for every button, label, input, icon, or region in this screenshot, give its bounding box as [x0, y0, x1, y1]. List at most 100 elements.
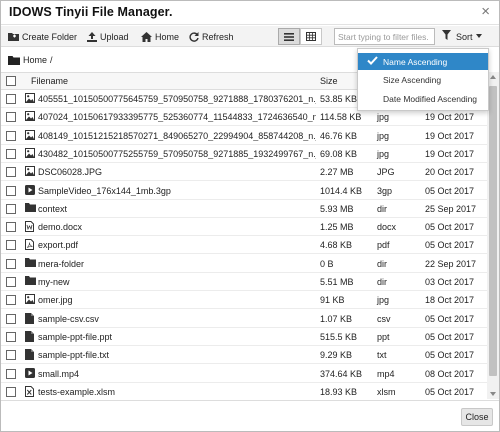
- table-row[interactable]: 430482_10150500775255759_570950758_92718…: [1, 145, 487, 163]
- row-checkbox[interactable]: [6, 258, 16, 269]
- row-checkbox[interactable]: [6, 240, 16, 251]
- file-size: 114.58 KB: [320, 112, 362, 123]
- row-checkbox[interactable]: [6, 94, 16, 104]
- row-checkbox[interactable]: [6, 295, 16, 306]
- file-type: pdf: [377, 240, 390, 251]
- table-row[interactable]: demo.docx 1.25 MB docx 05 Oct 2017: [1, 218, 487, 237]
- row-checkbox[interactable]: [6, 203, 16, 214]
- image-icon: [25, 166, 35, 178]
- file-name: 405551_10150500775645759_570950758_92718…: [38, 94, 316, 104]
- file-name: my-new: [38, 277, 70, 287]
- home-label: Home: [155, 31, 180, 42]
- image-icon: [25, 129, 35, 142]
- scroll-down-icon[interactable]: [490, 392, 496, 396]
- upload-button[interactable]: Upload: [87, 29, 129, 44]
- dialog-footer: Close: [1, 400, 499, 431]
- table-row[interactable]: 408149_10151215218570271_849065270_22994…: [1, 127, 487, 145]
- table-row[interactable]: export.pdf 4.68 KB pdf 05 Oct 2017: [1, 236, 487, 255]
- row-checkbox[interactable]: [6, 112, 16, 123]
- filename-header[interactable]: Filename: [31, 76, 68, 86]
- table-row[interactable]: small.mp4 374.64 KB mp4 08 Oct 2017: [1, 365, 487, 383]
- row-checkbox[interactable]: [6, 277, 16, 287]
- file-date: 05 Oct 2017: [425, 222, 475, 233]
- file-size: 91 KB: [320, 295, 345, 306]
- file-date: 05 Oct 2017: [425, 386, 475, 397]
- list-icon: [284, 32, 294, 41]
- excel-icon: [25, 385, 35, 398]
- file-size: 5.93 MB: [320, 203, 354, 214]
- pdf-icon: [25, 239, 35, 251]
- file-size: 18.93 KB: [320, 386, 358, 397]
- scrollbar[interactable]: [487, 72, 499, 399]
- file-date: 03 Oct 2017: [425, 277, 475, 287]
- file-size: 515.5 KB: [320, 331, 358, 342]
- table-row[interactable]: SampleVideo_176x144_1mb.3gp 1014.4 KB 3gp 0…: [1, 182, 487, 200]
- row-checkbox[interactable]: [6, 148, 16, 159]
- table-row[interactable]: mera-folder 0 B dir 22 Sep 2017: [1, 255, 487, 273]
- folder-icon: [25, 276, 36, 288]
- file-size: 374.64 KB: [320, 368, 363, 379]
- refresh-button[interactable]: Refresh: [189, 29, 234, 44]
- file-type: dir: [377, 277, 388, 287]
- size-header[interactable]: Size: [320, 76, 338, 86]
- row-checkbox[interactable]: [6, 222, 16, 233]
- list-view-button[interactable]: [278, 28, 300, 45]
- file-date: 19 Oct 2017: [425, 130, 475, 141]
- file-name: small.mp4: [38, 368, 80, 379]
- row-checkbox[interactable]: [6, 185, 16, 196]
- close-button[interactable]: Close: [461, 408, 493, 426]
- breadcrumb-home[interactable]: Home: [23, 55, 47, 65]
- filter-input[interactable]: [334, 28, 435, 45]
- scrollbar-thumb[interactable]: [489, 86, 497, 376]
- grid-view-button[interactable]: [300, 28, 322, 45]
- sort-name-ascending[interactable]: Name Ascending: [358, 53, 488, 70]
- folder-icon: [25, 202, 36, 215]
- row-checkbox[interactable]: [6, 167, 16, 178]
- sort-button[interactable]: Sort: [456, 29, 483, 44]
- sort-option-label: Name Ascending: [383, 56, 448, 67]
- file-date: 20 Oct 2017: [425, 167, 475, 178]
- caret-down-icon: [475, 34, 482, 38]
- row-checkbox[interactable]: [6, 331, 16, 342]
- table-row[interactable]: DSC06028.JPG 2.27 MB JPG 20 Oct 2017: [1, 163, 487, 182]
- grid-icon: [306, 32, 316, 41]
- file-type: mp4: [377, 368, 395, 379]
- sort-date-modified-ascending[interactable]: Date Modified Ascending: [358, 90, 488, 107]
- create-folder-button[interactable]: Create Folder: [8, 29, 77, 44]
- table-row[interactable]: sample-ppt-file.txt 9.29 KB txt 05 Oct 2017: [1, 346, 487, 365]
- table-row[interactable]: tests-example.xlsm 18.93 KB xlsm 05 Oct 201…: [1, 383, 487, 399]
- folder-icon: [8, 55, 20, 65]
- table-row[interactable]: my-new 5.51 MB dir 03 Oct 2017: [1, 273, 487, 291]
- home-icon: [141, 31, 152, 42]
- table-row[interactable]: context 5.93 MB dir 25 Sep 2017: [1, 200, 487, 218]
- file-icon: [25, 349, 35, 361]
- file-date: 05 Oct 2017: [425, 331, 475, 342]
- table-row[interactable]: sample-ppt-file.ppt 515.5 KB ppt 05 Oct 201…: [1, 328, 487, 346]
- table-row[interactable]: omer.jpg 91 KB jpg 18 Oct 2017: [1, 291, 487, 310]
- file-type: dir: [377, 203, 388, 214]
- folder-plus-icon: [8, 33, 19, 41]
- file-date: 19 Oct 2017: [425, 112, 475, 123]
- file-name: 408149_10151215218570271_849065270_22994…: [38, 130, 316, 141]
- row-checkbox[interactable]: [6, 350, 16, 361]
- row-checkbox[interactable]: [6, 368, 16, 379]
- home-button[interactable]: Home: [141, 29, 179, 44]
- sort-size-ascending[interactable]: Size Ascending: [358, 71, 488, 88]
- select-all-checkbox[interactable]: [6, 76, 16, 86]
- filter-icon[interactable]: [442, 30, 451, 40]
- file-date: 19 Oct 2017: [425, 148, 475, 159]
- file-size: 53.85 KB: [320, 94, 358, 104]
- table-row[interactable]: sample-csv.csv 1.07 KB csv 05 Oct 2017: [1, 310, 487, 328]
- file-date: 22 Sep 2017: [425, 258, 477, 269]
- file-size: 0 B: [320, 258, 334, 269]
- row-checkbox[interactable]: [6, 130, 16, 141]
- word-icon: [25, 221, 35, 233]
- file-type: ppt: [377, 331, 390, 342]
- row-checkbox[interactable]: [6, 386, 16, 397]
- title-bar: IDOWS Tinyii File Manager. ×: [1, 1, 499, 25]
- file-name: SampleVideo_176x144_1mb.3gp: [38, 185, 171, 196]
- row-checkbox[interactable]: [6, 313, 16, 324]
- scroll-up-icon[interactable]: [490, 75, 496, 79]
- close-icon[interactable]: ×: [481, 4, 490, 19]
- image-icon: [25, 111, 35, 123]
